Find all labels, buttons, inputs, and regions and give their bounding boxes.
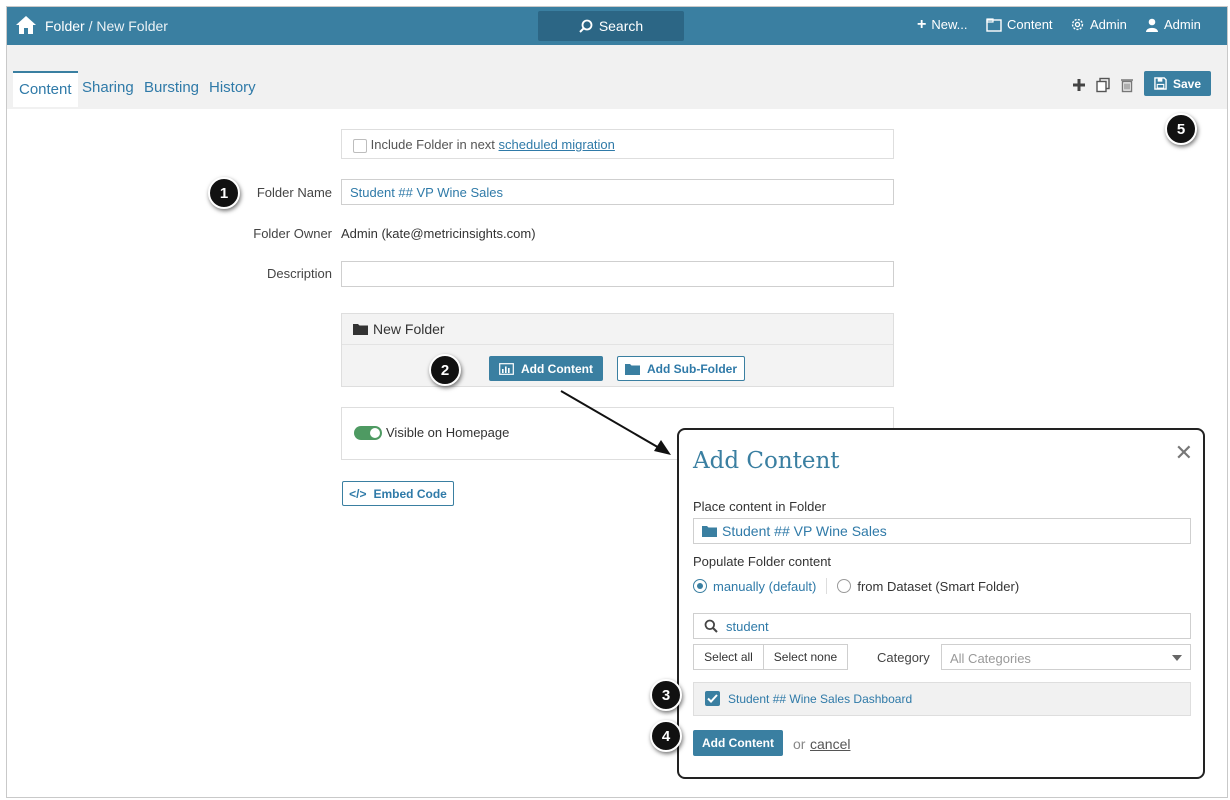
- place-content-field[interactable]: Student ## VP Wine Sales: [693, 518, 1191, 544]
- radio-manual-label: manually (default): [713, 578, 817, 594]
- callout-3: 3: [650, 679, 682, 711]
- content-search-input[interactable]: student: [693, 613, 1191, 639]
- embed-code-label: Embed Code: [373, 486, 447, 501]
- category-select[interactable]: All Categories: [941, 644, 1191, 670]
- add-icon[interactable]: [1071, 77, 1087, 93]
- folder-panel-title: New Folder: [373, 321, 445, 337]
- scheduled-migration-link[interactable]: scheduled migration: [499, 137, 615, 152]
- nav-new-label: New...: [931, 17, 968, 32]
- nav-new[interactable]: + New...: [917, 15, 968, 33]
- top-bar: Folder / New Folder Search + New... Cont…: [7, 7, 1227, 45]
- copy-icon[interactable]: [1095, 77, 1111, 93]
- folder-name-input[interactable]: Student ## VP Wine Sales: [341, 179, 894, 205]
- folder-icon: [353, 324, 368, 335]
- radio-dataset[interactable]: [837, 579, 852, 593]
- save-button[interactable]: Save: [1144, 71, 1211, 96]
- nav-user-label: Admin: [1164, 17, 1201, 32]
- description-input[interactable]: [341, 261, 894, 287]
- nav-user-menu[interactable]: Admin: [1145, 17, 1201, 32]
- check-icon: [707, 694, 718, 703]
- visible-homepage-label: Visible on Homepage: [386, 425, 510, 440]
- list-item[interactable]: Student ## Wine Sales Dashboard: [693, 682, 1191, 716]
- migration-row: Include Folder in next scheduled migrati…: [341, 129, 894, 159]
- search-label: Search: [598, 18, 644, 34]
- add-content-button[interactable]: Add Content: [489, 356, 603, 381]
- floppy-icon: [1154, 77, 1167, 90]
- add-subfolder-button[interactable]: Add Sub-Folder: [617, 356, 745, 381]
- search-button[interactable]: Search: [538, 11, 684, 41]
- nav-admin-settings-label: Admin: [1090, 17, 1127, 32]
- nav-admin-settings[interactable]: Admin: [1070, 17, 1127, 32]
- result-checkbox[interactable]: [705, 691, 720, 706]
- select-all-button[interactable]: Select all: [693, 644, 764, 670]
- radio-manual[interactable]: [693, 579, 707, 593]
- tab-sharing[interactable]: Sharing: [82, 79, 134, 96]
- callout-4: 4: [650, 720, 682, 752]
- or-text: or: [793, 736, 806, 752]
- code-icon: </>: [349, 486, 367, 501]
- chevron-down-icon: [1172, 655, 1182, 661]
- content-search-value: student: [726, 618, 769, 634]
- breadcrumb-separator: /: [88, 18, 93, 34]
- populate-label: Populate Folder content: [693, 554, 832, 569]
- folder-icon: [625, 363, 640, 375]
- callout-1: 1: [208, 177, 240, 209]
- tab-bursting[interactable]: Bursting: [144, 79, 199, 96]
- select-none-button[interactable]: Select none: [763, 644, 848, 670]
- visible-homepage-toggle[interactable]: [354, 426, 382, 440]
- place-content-label: Place content in Folder: [693, 499, 826, 514]
- home-icon[interactable]: [15, 15, 37, 35]
- callout-5: 5: [1165, 113, 1197, 145]
- migration-text: Include Folder in next: [370, 137, 495, 152]
- cancel-link[interactable]: cancel: [810, 736, 850, 752]
- trash-icon[interactable]: [1119, 77, 1135, 93]
- content-icon: [986, 17, 1002, 32]
- migration-checkbox[interactable]: [353, 138, 367, 153]
- category-value: All Categories: [950, 651, 1031, 666]
- user-icon: [1146, 18, 1158, 32]
- search-icon: [579, 19, 593, 33]
- save-label: Save: [1172, 76, 1202, 91]
- folder-owner-label: Folder Owner: [253, 226, 332, 241]
- breadcrumb-root[interactable]: Folder: [45, 18, 85, 34]
- dialog-add-content-button[interactable]: Add Content: [693, 730, 783, 756]
- breadcrumb: Folder / New Folder: [45, 18, 168, 34]
- search-icon: [704, 619, 718, 633]
- nav-content[interactable]: Content: [986, 17, 1053, 32]
- embed-code-button[interactable]: </> Embed Code: [342, 481, 454, 506]
- dialog-title: Add Content: [693, 448, 840, 474]
- tab-history[interactable]: History: [209, 79, 256, 96]
- app-window: Folder / New Folder Search + New... Cont…: [6, 6, 1228, 798]
- radio-dataset-label: from Dataset (Smart Folder): [857, 578, 1020, 594]
- breadcrumb-current: New Folder: [96, 18, 168, 34]
- nav-content-label: Content: [1007, 17, 1053, 32]
- folder-icon: [702, 526, 717, 537]
- add-content-label: Add Content: [521, 361, 593, 376]
- close-icon[interactable]: ✕: [1175, 440, 1193, 466]
- add-subfolder-label: Add Sub-Folder: [647, 361, 737, 376]
- annotation-arrow: [560, 390, 671, 455]
- gear-icon: [1071, 18, 1084, 31]
- place-content-value: Student ## VP Wine Sales: [722, 523, 887, 539]
- folder-owner-value: Admin (kate@metricinsights.com): [341, 226, 536, 241]
- tabs-bar: Content Sharing Bursting History Save: [7, 45, 1227, 109]
- add-content-dialog: Add Content ✕ Place content in Folder St…: [677, 428, 1205, 779]
- description-label: Description: [266, 266, 332, 281]
- callout-2: 2: [429, 354, 461, 386]
- chart-icon: [499, 362, 514, 375]
- result-label: Student ## Wine Sales Dashboard: [728, 692, 913, 706]
- tab-content[interactable]: Content: [13, 71, 78, 107]
- category-label: Category: [877, 650, 930, 665]
- plus-icon: +: [917, 15, 927, 33]
